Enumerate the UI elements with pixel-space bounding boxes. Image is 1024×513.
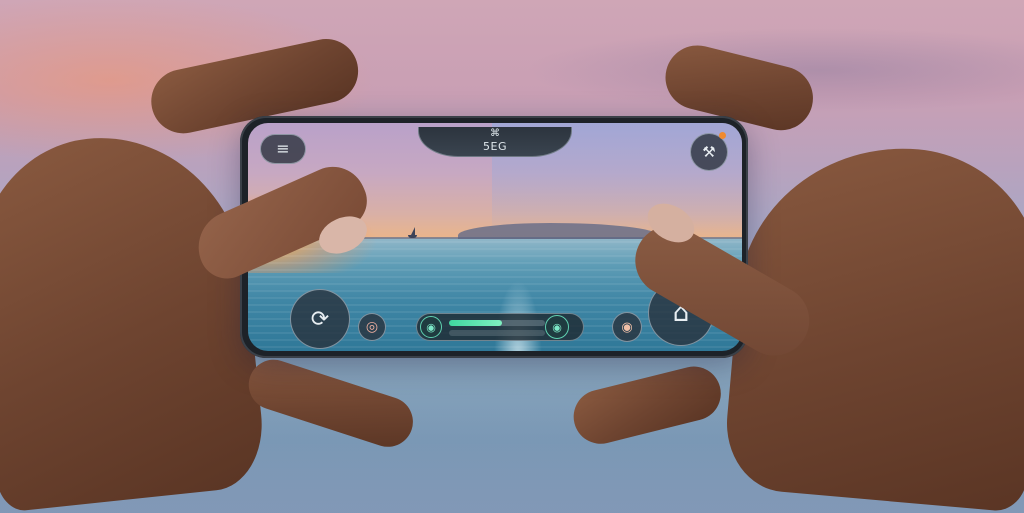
wrench-settings-icon: ⚒ bbox=[702, 143, 716, 161]
record-icon: ◎ bbox=[365, 319, 379, 335]
throttle-knob[interactable]: ◉ bbox=[545, 315, 569, 339]
rotate-joystick-icon: ⟳ bbox=[310, 306, 330, 332]
notification-dot bbox=[719, 132, 726, 139]
speed-track bbox=[449, 320, 545, 326]
sailboat bbox=[408, 227, 417, 241]
target-button[interactable]: ◉ bbox=[612, 312, 642, 342]
top-status-banner: ⌘ 5EG bbox=[418, 127, 572, 157]
speed-fill bbox=[449, 320, 502, 326]
menu-button[interactable]: ≡ bbox=[260, 134, 306, 164]
speed-control-bar[interactable]: ◉ ◉ bbox=[416, 313, 584, 341]
drone-icon: ⌘ bbox=[490, 128, 500, 139]
record-button[interactable]: ◎ bbox=[358, 313, 386, 341]
joystick-control[interactable]: ⟳ bbox=[290, 289, 350, 349]
hamburger-menu-icon: ≡ bbox=[276, 139, 290, 158]
throttle-icon: ◉ bbox=[552, 320, 562, 334]
gauge-icon: ◉ bbox=[420, 316, 442, 338]
target-icon: ◉ bbox=[621, 319, 633, 335]
secondary-track bbox=[449, 330, 545, 336]
banner-label: 5EG bbox=[483, 140, 507, 153]
